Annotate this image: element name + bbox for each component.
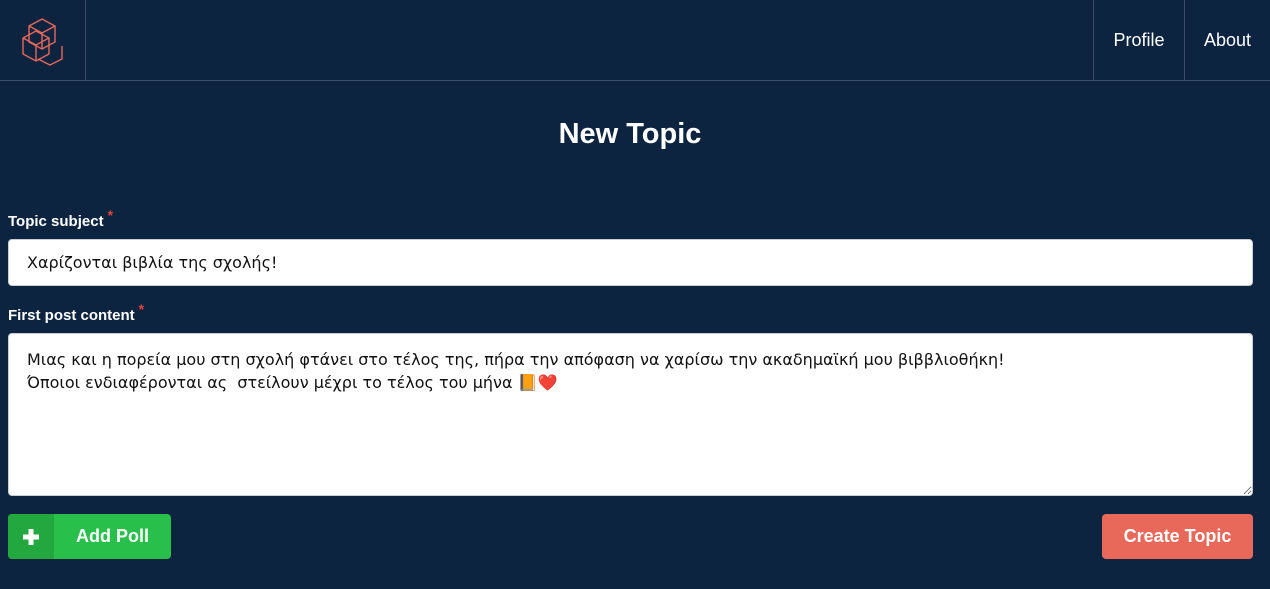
plus-icon xyxy=(8,514,54,559)
nav-about-link[interactable]: About xyxy=(1184,0,1270,81)
required-marker: * xyxy=(138,301,145,317)
cube-logo-icon xyxy=(21,17,63,66)
add-poll-button[interactable]: Add Poll xyxy=(8,514,171,559)
logo-link[interactable] xyxy=(0,0,86,81)
topic-subject-label: Topic subject * xyxy=(8,207,113,230)
required-marker: * xyxy=(107,207,114,223)
nav-profile-link[interactable]: Profile xyxy=(1093,0,1184,81)
first-post-content-textarea[interactable]: Μιας και η πορεία μου στη σχολή φτάνει σ… xyxy=(8,333,1253,496)
topic-subject-input[interactable] xyxy=(8,239,1253,286)
first-post-content-label-text: First post content xyxy=(8,307,135,324)
topic-subject-label-text: Topic subject xyxy=(8,213,104,230)
page-title: New Topic xyxy=(558,118,702,150)
first-post-content-label: First post content * xyxy=(8,301,144,324)
create-topic-button[interactable]: Create Topic xyxy=(1102,514,1253,559)
add-poll-label: Add Poll xyxy=(76,526,149,546)
top-navbar: Profile About xyxy=(0,0,1270,81)
